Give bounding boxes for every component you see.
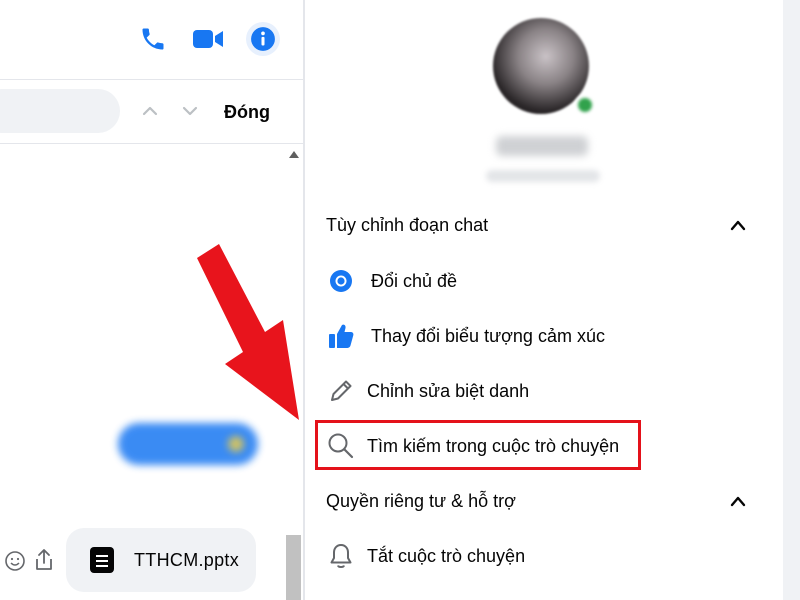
thumbs-up-icon	[327, 322, 355, 350]
file-attachment[interactable]: TTHCM.pptx	[66, 528, 256, 592]
change-emoji-item[interactable]: Thay đổi biểu tượng cảm xúc	[315, 312, 645, 360]
share-icon[interactable]	[33, 547, 55, 573]
theme-icon	[327, 267, 355, 295]
pencil-icon	[327, 377, 355, 405]
menu-item-label: Chỉnh sửa biệt danh	[367, 380, 530, 401]
scroll-thumb[interactable]	[286, 535, 301, 600]
document-icon	[90, 547, 114, 573]
chevron-up-icon[interactable]	[729, 219, 747, 231]
emoji-icon[interactable]	[4, 550, 26, 572]
chevron-down-icon	[182, 106, 198, 116]
highlight-annotation-box	[315, 420, 641, 470]
edit-nickname-item[interactable]: Chỉnh sửa biệt danh	[315, 367, 645, 415]
menu-item-label: Thay đổi biểu tượng cảm xúc	[371, 325, 605, 346]
menu-item-label: Đổi chủ đề	[371, 270, 458, 291]
chevron-up-icon[interactable]	[729, 495, 747, 507]
message-composer: TTHCM.pptx	[0, 523, 285, 600]
blurred-contact-name	[496, 136, 588, 156]
conversation-search-input[interactable]	[0, 89, 120, 133]
change-theme-item[interactable]: Đổi chủ đề	[315, 257, 645, 305]
bell-icon	[327, 542, 355, 570]
info-icon	[251, 27, 275, 51]
audio-call-button[interactable]	[136, 22, 170, 56]
contact-avatar[interactable]	[493, 18, 589, 114]
red-arrow-annotation-icon	[197, 244, 299, 420]
chat-header	[0, 0, 305, 80]
customize-chat-section-header[interactable]: Tùy chỉnh đoạn chat	[326, 215, 488, 236]
phone-icon	[142, 28, 164, 50]
next-result-button[interactable]	[181, 102, 199, 120]
conversation-info-button[interactable]	[246, 22, 280, 56]
close-search-button[interactable]: Đóng	[224, 102, 270, 123]
previous-result-button[interactable]	[141, 102, 159, 120]
menu-item-label: Tắt cuộc trò chuyện	[367, 545, 526, 566]
messenger-window: Đóng TTHCM.pptx Tùy chỉnh đoạn chat Đổi …	[0, 0, 800, 600]
window-edge	[783, 0, 800, 600]
blurred-contact-status	[486, 170, 600, 182]
mute-conversation-item[interactable]: Tắt cuộc trò chuyện	[315, 532, 645, 580]
scroll-up-arrow-icon[interactable]	[289, 151, 299, 158]
video-camera-icon	[193, 30, 223, 48]
file-name: TTHCM.pptx	[134, 549, 240, 570]
privacy-support-section-header[interactable]: Quyền riêng tư & hỗ trợ	[326, 491, 516, 512]
chevron-up-icon	[142, 106, 158, 116]
video-call-button[interactable]	[191, 22, 225, 56]
online-status-indicator	[575, 95, 595, 115]
